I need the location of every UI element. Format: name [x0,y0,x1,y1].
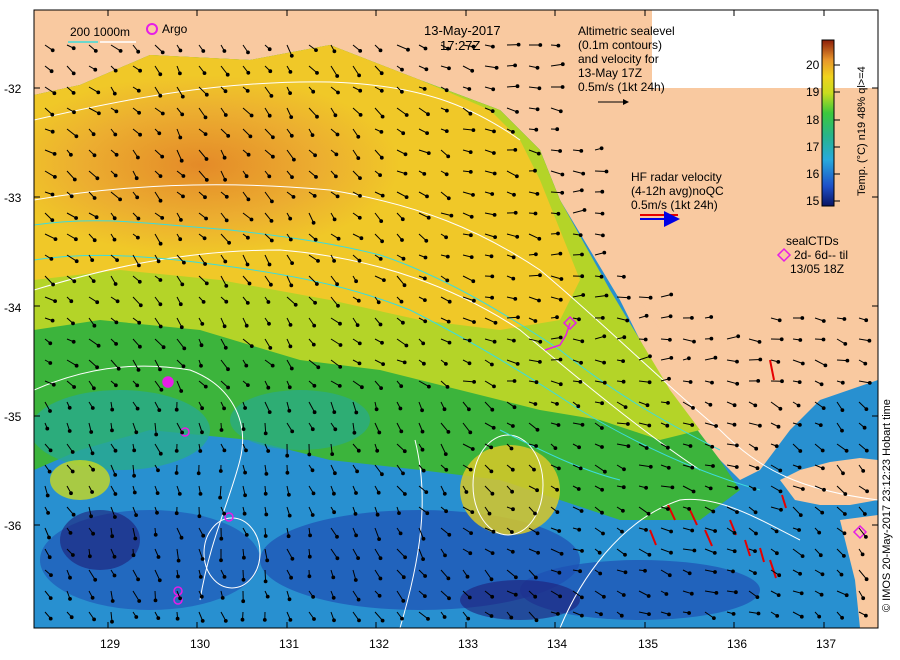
scale-label: 200 1000m [70,25,131,39]
lon-label: 132 [369,637,390,651]
lat-label: -32 [4,82,22,96]
lat-label: -36 [4,519,22,533]
colorbar-tick: 16 [806,167,820,181]
colorbar-tick: 15 [806,194,820,208]
lon-label: 135 [638,637,659,651]
sealctd-line: sealCTDs [786,234,839,248]
lon-label: 129 [100,637,121,651]
sealctd-line: 13/05 18Z [790,262,845,276]
lat-label: -35 [4,410,22,424]
colorbar-tick: 19 [806,85,820,99]
altimetry-line: and velocity for [578,52,659,66]
hf-radar-line: (4-12h avg)noQC [631,184,724,198]
map-date: 13-May-2017 [424,23,501,38]
sealctd-line: 2d- 6d-- til [794,248,849,262]
lon-label: 130 [190,637,211,651]
argo-label: Argo [162,22,188,36]
lat-label: -34 [4,301,22,315]
altimetry-line: Altimetric sealevel [578,24,675,38]
map-time: 17:27Z [440,38,481,53]
lon-label: 137 [816,637,837,651]
hf-radar-line: 0.5m/s (1kt 24h) [631,198,718,212]
hf-radar-note: HF radar velocity (4-12h avg)noQC 0.5m/s… [631,170,724,212]
altimetry-line: 0.5m/s (1kt 24h) [578,80,665,94]
sealctd-note: sealCTDs 2d- 6d-- til 13/05 18Z [786,234,848,276]
altimetry-note: Altimetric sealevel (0.1m contours) and … [578,24,675,94]
colorbar [821,39,835,207]
land-inset-white [652,10,878,88]
colorbar-tick: 17 [806,140,820,154]
lon-label: 134 [547,637,568,651]
hf-radar-line: HF radar velocity [631,170,722,184]
lon-label: 133 [458,637,479,651]
colorbar-tick: 20 [806,58,820,72]
sst-map [33,9,879,629]
altimetry-line: (0.1m contours) [578,38,663,52]
lat-label: -33 [4,191,22,205]
colorbar-title: Temp. (°C) n19 48% ql>=4 [856,66,868,196]
lon-label: 136 [727,637,748,651]
colorbar-tick: 18 [806,113,820,127]
altimetry-line: 13-May 17Z [578,66,643,80]
credit-text: © IMOS 20-May-2017 23:12:23 Hobart time [881,399,893,612]
lon-label: 131 [279,637,300,651]
